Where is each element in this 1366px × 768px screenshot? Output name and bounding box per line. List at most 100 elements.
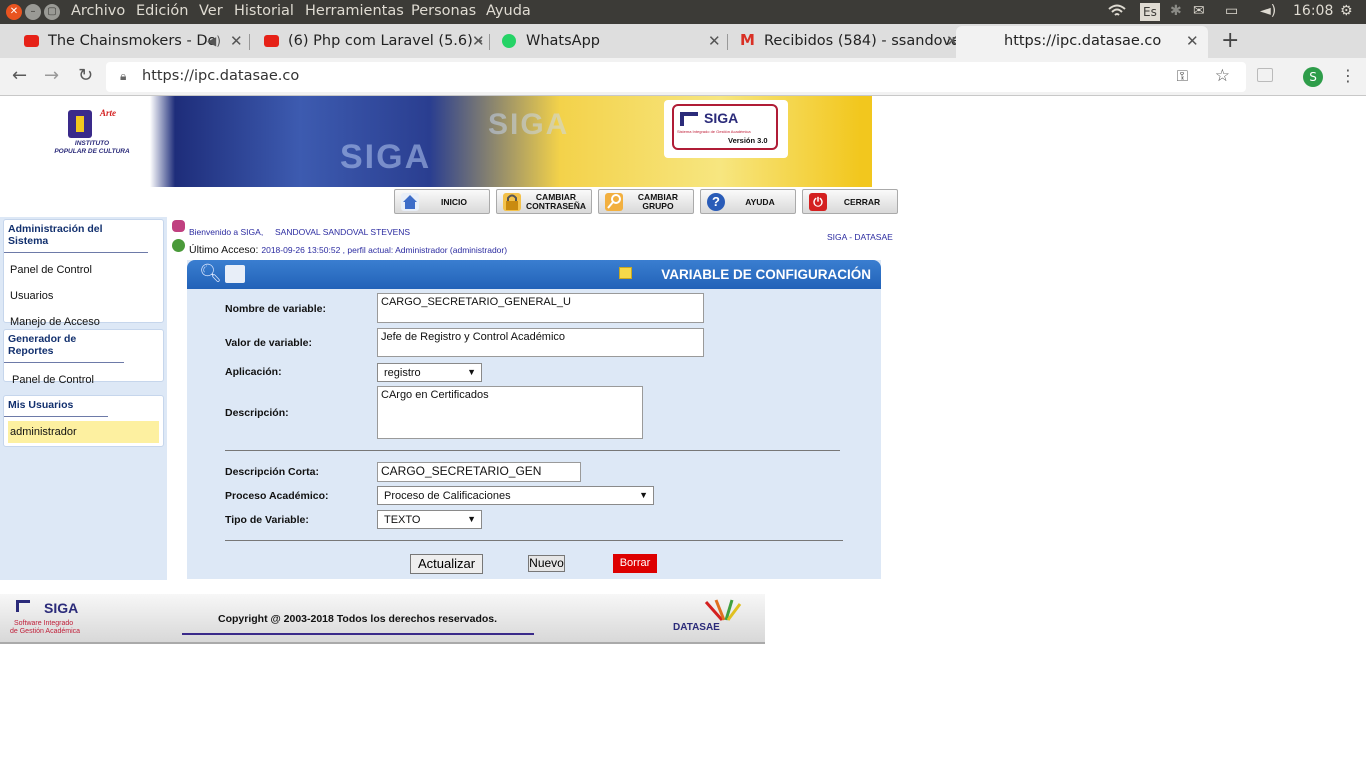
welcome-label: Bienvenido a SIGA, xyxy=(189,227,264,237)
note-icon xyxy=(619,267,632,279)
bluetooth-icon[interactable]: ✱ xyxy=(1170,3,1182,19)
welcome-text: Bienvenido a SIGA, SANDOVAL SANDOVAL STE… xyxy=(189,227,410,237)
borrar-button[interactable]: Borrar xyxy=(613,554,657,573)
sidebar-item-usuarios[interactable]: Usuarios xyxy=(4,283,163,309)
gmail-icon: M xyxy=(740,31,755,49)
page-content: SIGA SIGA Arte INSTITUTO POPULAR DE CULT… xyxy=(0,96,1366,768)
sidebar-item-panel-control[interactable]: Panel de Control xyxy=(4,257,163,283)
reload-icon[interactable]: ↻ xyxy=(78,65,93,86)
menu-personas[interactable]: Personas xyxy=(411,3,476,19)
siga-logo-box: SIGA Sistema Integrado de Gestión Académ… xyxy=(664,100,788,158)
cambiar-contrasena-button[interactable]: CAMBIAR CONTRASEÑA xyxy=(496,189,592,214)
last-access: Último Acceso: 2018-09-26 13:50:52 , per… xyxy=(189,244,507,256)
last-access-label: Último Acceso: xyxy=(189,244,259,256)
new-tab-button[interactable]: + xyxy=(1221,28,1239,53)
tab-whatsapp[interactable]: WhatsApp ✕ xyxy=(478,26,728,58)
form-header: 🔍︎ VARIABLE DE CONFIGURACIÓN xyxy=(187,260,881,289)
descripcion-label: Descripción: xyxy=(225,407,289,419)
chevron-down-icon: ▼ xyxy=(639,490,648,500)
nuevo-button[interactable]: Nuevo xyxy=(528,555,565,572)
cambiar-grupo-button[interactable]: CAMBIAR GRUPO xyxy=(598,189,694,214)
menu-edicion[interactable]: Edición xyxy=(136,3,188,19)
siga-footer-logo-title: SIGA xyxy=(44,600,79,616)
tab-gmail[interactable]: M Recibidos (584) - ssandova ✕ xyxy=(716,26,966,58)
ipc-name-line2: POPULAR DE CULTURA xyxy=(54,148,130,155)
siga-version: Versión 3.0 xyxy=(728,136,768,145)
lock-icon[interactable]: 🔒︎ xyxy=(120,69,126,84)
browser-tab-bar: The Chainsmokers - Do ◀) ✕ (6) Php com L… xyxy=(0,24,1366,58)
siga-footer-sub2: de Gestión Académica xyxy=(10,628,81,635)
wifi-icon[interactable] xyxy=(1107,3,1127,23)
ipc-logo: Arte INSTITUTO POPULAR DE CULTURA xyxy=(30,106,150,176)
mail-icon[interactable]: ✉ xyxy=(1193,3,1205,19)
menu-historial[interactable]: Historial xyxy=(234,3,294,19)
ipc-tag: Arte xyxy=(100,108,117,118)
banner-watermark: SIGA xyxy=(488,108,570,141)
globe-icon xyxy=(172,239,185,252)
aplicacion-select[interactable]: registro ▼ xyxy=(377,363,482,382)
sidebar-section-title: Mis Usuarios xyxy=(4,396,108,417)
address-toolbar: ← → ↻ 🔒︎ https://ipc.datasae.co ⚿ ☆ S ⋮ xyxy=(0,58,1366,96)
descripcion-corta-field[interactable]: CARGO_SECRETARIO_GEN xyxy=(377,462,581,482)
sidebar-section-title: Administración del Sistema xyxy=(4,220,148,253)
menu-ver[interactable]: Ver xyxy=(199,3,223,19)
cerrar-button[interactable]: ⏻ CERRAR xyxy=(802,189,898,214)
password-key-icon[interactable]: ⚿ xyxy=(1177,67,1188,85)
banner-watermark: SIGA xyxy=(340,138,432,176)
sidebar-item-panel-control-reportes[interactable]: Panel de Control xyxy=(4,367,163,393)
tab-active-datasae[interactable]: https://ipc.datasae.co ✕ xyxy=(956,26,1208,58)
siga-datasae-link[interactable]: SIGA - DATASAE xyxy=(827,232,893,242)
sidebar-section-mis-usuarios: Mis Usuarios administrador xyxy=(3,395,164,447)
url-text[interactable]: https://ipc.datasae.co xyxy=(142,68,299,84)
nombre-variable-field[interactable]: CARGO_SECRETARIO_GENERAL_U xyxy=(377,293,704,323)
tab-title: Recibidos (584) - ssandova xyxy=(764,33,960,49)
menu-ayuda[interactable]: Ayuda xyxy=(486,3,531,19)
actualizar-button[interactable]: Actualizar xyxy=(410,554,483,574)
keyboard-layout-indicator[interactable]: Es xyxy=(1140,3,1160,21)
home-icon xyxy=(401,193,419,211)
volume-icon[interactable]: ◄) xyxy=(1260,3,1276,19)
menu-herramientas[interactable]: Herramientas xyxy=(305,3,404,19)
tipo-variable-select[interactable]: TEXTO ▼ xyxy=(377,510,482,529)
ipc-name-line1: INSTITUTO xyxy=(74,140,110,147)
maximize-window-button[interactable]: ▢ xyxy=(44,4,60,20)
tab-youtube-chainsmokers[interactable]: The Chainsmokers - Do ◀) ✕ xyxy=(0,26,250,58)
settings-gear-icon[interactable]: ⚙ xyxy=(1340,3,1353,19)
menu-archivo[interactable]: Archivo xyxy=(71,3,125,19)
menu-kebab-icon[interactable]: ⋮ xyxy=(1340,66,1356,85)
tab-title: WhatsApp xyxy=(526,33,600,49)
clock[interactable]: 16:08 xyxy=(1293,3,1333,19)
whatsapp-icon xyxy=(502,34,516,48)
descripcion-field[interactable]: CArgo en Certificados xyxy=(377,386,643,439)
back-icon[interactable]: ← xyxy=(12,65,27,86)
form-title: VARIABLE DE CONFIGURACIÓN xyxy=(661,267,871,282)
tab-title: The Chainsmokers - Do xyxy=(48,33,217,49)
proceso-value: Proceso de Calificaciones xyxy=(384,490,511,502)
valor-label: Valor de variable: xyxy=(225,337,312,349)
power-icon: ⏻ xyxy=(809,193,827,211)
desc-corta-label: Descripción Corta: xyxy=(225,466,319,478)
tab-youtube-laravel[interactable]: (6) Php com Laravel (5.6) - ✕ xyxy=(240,26,490,58)
close-window-button[interactable]: ✕ xyxy=(6,4,22,20)
tab-title: (6) Php com Laravel (5.6) - xyxy=(288,33,483,49)
minimize-window-button[interactable]: – xyxy=(25,4,41,20)
ayuda-button[interactable]: ? AYUDA xyxy=(700,189,796,214)
audio-playing-icon[interactable]: ◀) xyxy=(207,26,221,56)
proceso-academico-select[interactable]: Proceso de Calificaciones ▼ xyxy=(377,486,654,505)
profile-avatar[interactable]: S xyxy=(1303,67,1323,87)
inicio-button[interactable]: INICIO xyxy=(394,189,490,214)
forward-icon[interactable]: → xyxy=(44,65,59,86)
help-icon: ? xyxy=(707,193,725,211)
proceso-label: Proceso Académico: xyxy=(225,490,329,502)
battery-icon[interactable]: ▭ xyxy=(1225,3,1238,19)
print-icon[interactable] xyxy=(225,265,245,283)
search-icon[interactable]: 🔍︎ xyxy=(199,263,222,284)
sidebar-item-administrador[interactable]: administrador xyxy=(8,421,159,443)
close-tab-icon[interactable]: ✕ xyxy=(1186,26,1199,56)
valor-variable-field[interactable]: Jefe de Registro y Control Académico xyxy=(377,328,704,357)
sidebar-section-reportes: Generador de Reportes Panel de Control xyxy=(3,329,164,386)
bookmark-star-icon[interactable]: ☆ xyxy=(1215,66,1230,86)
address-bar[interactable]: 🔒︎ https://ipc.datasae.co ⚿ ☆ xyxy=(106,62,1246,92)
extension-icon[interactable] xyxy=(1257,68,1273,82)
aplicacion-label: Aplicación: xyxy=(225,366,282,378)
